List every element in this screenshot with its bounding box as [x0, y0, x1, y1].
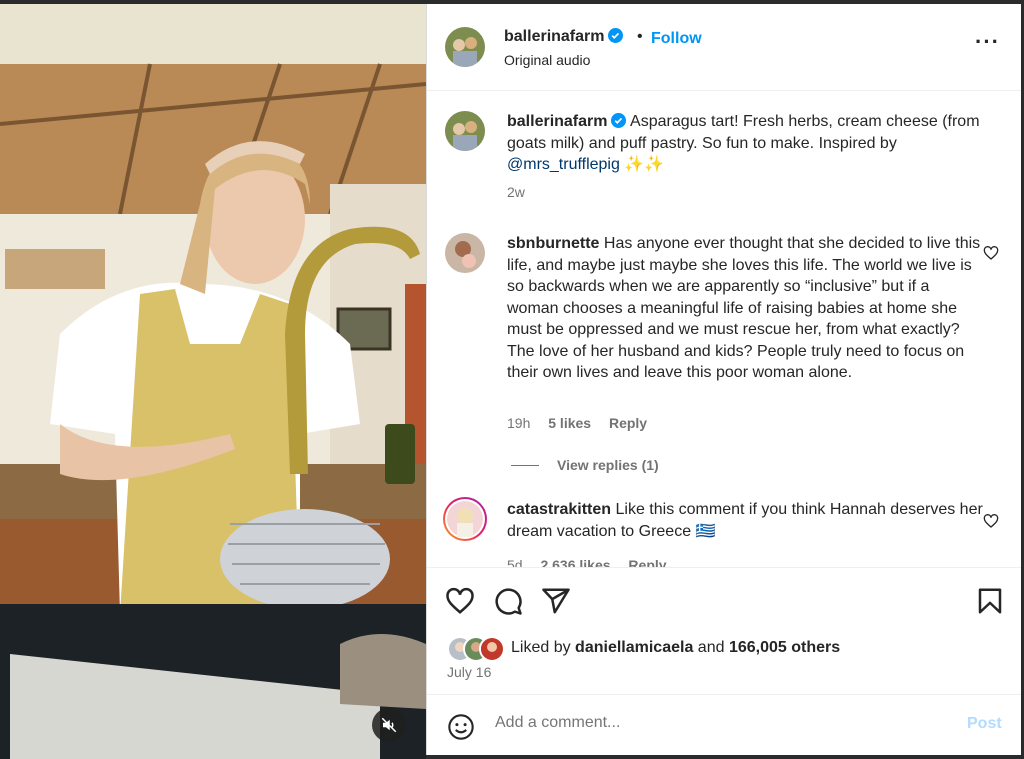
more-options-button[interactable]: ···	[975, 31, 1000, 53]
post-details-panel: ballerinafarm • Follow Original audio ··…	[426, 4, 1021, 755]
mute-toggle-button[interactable]	[372, 708, 406, 742]
media-illustration	[0, 4, 426, 759]
liked-by-text: Liked by daniellamicaela and 166,005 oth…	[511, 639, 840, 657]
comment-reply-button[interactable]: Reply	[609, 415, 647, 431]
comment-icon[interactable]	[493, 586, 523, 616]
heart-icon[interactable]	[445, 586, 475, 616]
bookmark-icon[interactable]	[975, 586, 1005, 616]
caption-item: ballerinafarm Asparagus tart! Fresh herb…	[445, 111, 1005, 206]
view-replies-button[interactable]: View replies (1)	[511, 457, 659, 473]
comment-username[interactable]: sbnburnette	[507, 235, 599, 252]
post-header: ballerinafarm • Follow Original audio ··…	[427, 4, 1021, 91]
comment-item: sbnburnette Has anyone ever thought that…	[445, 233, 1005, 473]
post-date[interactable]: July 16	[447, 664, 491, 680]
author-username-text[interactable]: ballerinafarm	[504, 28, 604, 45]
comment-text: catastrakitten Like this comment if you …	[507, 499, 985, 542]
comment-like-heart-icon[interactable]	[983, 513, 999, 529]
comment-likes-count[interactable]: 5 likes	[548, 415, 591, 431]
caption-mention-link[interactable]: @mrs_trufflepig	[507, 156, 620, 173]
caption-username[interactable]: ballerinafarm	[507, 113, 607, 130]
comment-username[interactable]: catastrakitten	[507, 501, 611, 518]
caption-author-avatar[interactable]	[445, 111, 485, 151]
comment-input[interactable]	[493, 713, 937, 733]
view-replies-label[interactable]: View replies (1)	[557, 457, 659, 473]
comments-list[interactable]: ballerinafarm Asparagus tart! Fresh herb…	[427, 91, 1021, 567]
muted-speaker-icon	[381, 717, 397, 733]
caption-meta: 2w	[507, 184, 539, 200]
verified-badge-icon	[611, 113, 627, 128]
liked-by-user-link[interactable]: daniellamicaela	[575, 639, 693, 656]
post-comment-button[interactable]: Post	[967, 715, 1002, 733]
comment-text: sbnburnette Has anyone ever thought that…	[507, 233, 985, 384]
comment-reply-button[interactable]: Reply	[628, 557, 666, 567]
verified-badge-icon	[608, 28, 624, 43]
header-separator: •	[637, 28, 643, 45]
commenter-avatar[interactable]	[445, 233, 485, 273]
comment-likes-count[interactable]: 2,636 likes	[540, 557, 610, 567]
comment-time: 5d	[507, 557, 523, 567]
liker-avatar	[479, 636, 505, 662]
liked-by-and: and	[693, 639, 729, 656]
share-icon[interactable]	[541, 586, 571, 616]
liked-by-prefix: Liked by	[511, 639, 576, 656]
caption-text: ballerinafarm Asparagus tart! Fresh herb…	[507, 111, 985, 176]
emoji-icon[interactable]	[447, 713, 475, 741]
comment-meta: 19h 5 likes Reply	[507, 415, 661, 431]
comment-item: catastrakitten Like this comment if you …	[443, 497, 1005, 567]
comment-meta: 5d 2,636 likes Reply	[507, 557, 681, 567]
original-audio-link[interactable]: Original audio	[504, 52, 590, 68]
view-replies-line	[511, 465, 539, 466]
add-comment-bar: Post	[427, 694, 1021, 756]
commenter-avatar-story-ring[interactable]	[443, 497, 487, 541]
caption-time: 2w	[507, 184, 525, 200]
follow-button[interactable]: Follow	[651, 30, 702, 48]
author-avatar[interactable]	[445, 27, 485, 67]
author-username[interactable]: ballerinafarm	[504, 28, 624, 46]
comment-time: 19h	[507, 415, 531, 431]
post-actions-bar: Liked by daniellamicaela and 166,005 oth…	[427, 567, 1021, 694]
comment-like-heart-icon[interactable]	[983, 245, 999, 261]
caption-sparkles: ✨✨	[624, 156, 665, 173]
comment-body: Has anyone ever thought that she decided…	[507, 235, 981, 381]
instagram-post-modal: ballerinafarm • Follow Original audio ··…	[0, 0, 1024, 759]
liked-by-others-link[interactable]: 166,005 others	[729, 639, 840, 656]
post-media-video[interactable]	[0, 4, 426, 759]
